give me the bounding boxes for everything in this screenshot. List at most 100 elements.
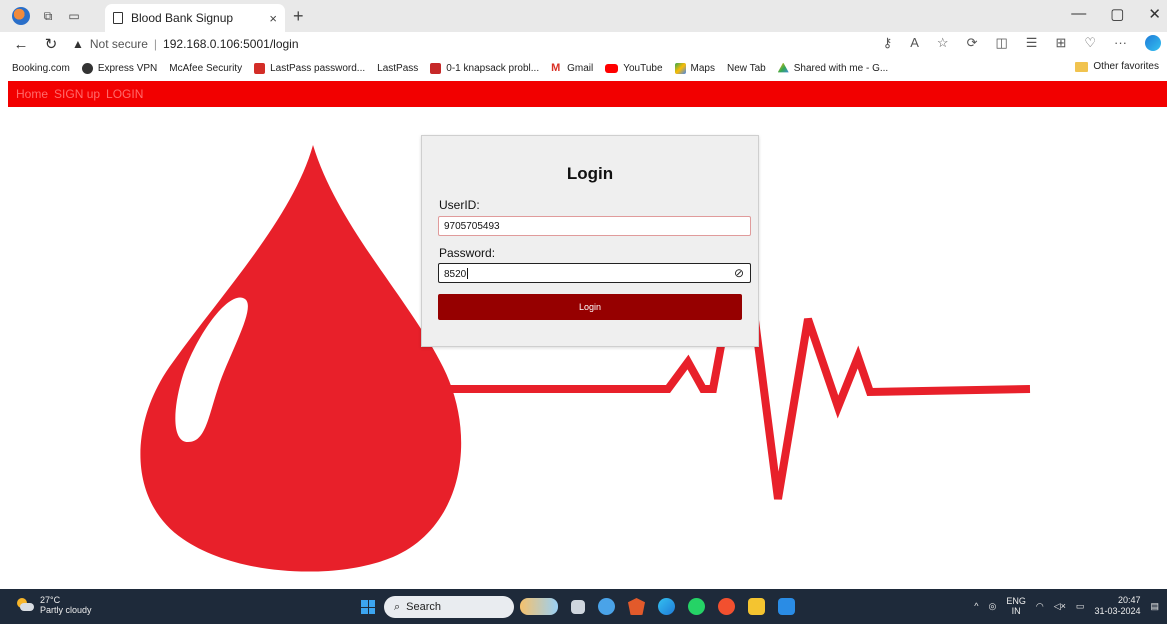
bookmark-item[interactable]: Express VPN [81, 62, 158, 74]
bookmark-label: YouTube [623, 62, 663, 74]
more-menu-icon[interactable]: ··· [1114, 35, 1127, 51]
browser-tab[interactable]: Blood Bank Signup × [105, 4, 285, 32]
security-status[interactable]: Not secure [90, 37, 148, 51]
bookmark-item[interactable]: M Gmail [551, 61, 594, 74]
password-value: 8520 [444, 269, 467, 280]
teams-icon[interactable] [598, 598, 615, 615]
weather-widget[interactable]: 27°C Partly cloudy [14, 595, 92, 615]
bookmark-label: LastPass [377, 62, 419, 74]
maps-icon [674, 62, 686, 74]
performance-icon[interactable]: ♡ [1084, 35, 1096, 51]
hide-password-icon[interactable]: ⊘ [734, 266, 744, 280]
bookmark-item[interactable]: LastPass [8, 62, 419, 174]
windows-taskbar: 27°C Partly cloudy ⌕ Search ^ ◎ ENG IN ◠… [0, 589, 1167, 624]
login-title: Login [566, 164, 614, 183]
login-button[interactable]: Login [438, 294, 742, 320]
bookmark-item[interactable]: McAfee Security [8, 63, 242, 174]
youtube-icon [605, 63, 619, 73]
address-bar[interactable]: ▲ Not secure | 192.168.0.106:5001/login [72, 37, 299, 51]
language-code: ENG [1006, 596, 1026, 606]
battery-icon[interactable]: ▭ [1076, 601, 1085, 612]
notifications-icon[interactable]: ▤ [1150, 601, 1159, 612]
bookmark-item[interactable]: Maps [674, 62, 715, 74]
workspaces-icon[interactable]: ⧉ [40, 8, 56, 24]
bookmark-item[interactable]: New Tab [8, 62, 766, 174]
address-separator: | [153, 37, 158, 51]
bookmark-label: Booking.com [12, 62, 70, 74]
chevron-up-icon[interactable]: ^ [974, 601, 978, 611]
volume-icon[interactable]: ◁× [1054, 601, 1066, 612]
widgets-icon[interactable] [520, 598, 558, 615]
search-icon: ⌕ [394, 600, 401, 613]
warning-icon[interactable]: ▲ [72, 37, 84, 51]
bookmark-label: Gmail [567, 62, 594, 74]
back-arrow-icon[interactable]: ← [12, 36, 30, 53]
login-card: Login UserID: 9705705493 Password: 8520 … [421, 135, 759, 347]
search-placeholder: Search [406, 601, 442, 613]
close-window-button[interactable]: ✕ [1148, 5, 1161, 23]
bookmark-label: Shared with me - G... [793, 62, 889, 74]
refresh-icon[interactable]: ↻ [42, 35, 60, 53]
bookmark-label: LastPass password... [270, 62, 366, 74]
other-favorites[interactable]: Other favorites [1075, 61, 1159, 72]
app-icon[interactable] [718, 598, 735, 615]
nav-login-link[interactable]: LOGIN [106, 87, 143, 101]
folder-icon [1075, 61, 1089, 72]
nav-home-link[interactable]: Home [16, 87, 48, 101]
clock[interactable]: 20:47 31-03-2024 [1094, 595, 1140, 617]
partly-cloudy-icon [14, 598, 34, 612]
wifi-icon[interactable]: ◠ [1036, 601, 1044, 612]
bookmark-item[interactable]: Booking.com [8, 62, 70, 174]
url-text[interactable]: 192.168.0.106:5001/login [163, 37, 298, 51]
copilot-tray-icon[interactable]: ◎ [989, 601, 997, 612]
blood-drop-shape [140, 145, 462, 572]
date: 31-03-2024 [1094, 606, 1141, 616]
password-input[interactable]: 8520 ⊘ [438, 263, 751, 283]
bookmark-label: New Tab [726, 62, 766, 74]
bookmark-item[interactable]: LastPass password... [254, 62, 366, 74]
collections-icon[interactable]: ⊞ [1055, 35, 1066, 51]
file-explorer-icon[interactable] [748, 598, 765, 615]
maximize-button[interactable]: ▢ [1110, 5, 1124, 23]
task-view-icon[interactable] [571, 600, 585, 614]
userid-value: 9705705493 [444, 221, 500, 232]
bookmark-item[interactable]: 0-1 knapsack probl... [430, 62, 540, 74]
read-aloud-icon[interactable]: A [910, 35, 919, 51]
text-cursor [467, 268, 469, 279]
password-label: Password: [439, 246, 496, 260]
brave-icon[interactable] [628, 598, 645, 615]
userid-input[interactable]: 9705705493 [438, 216, 751, 236]
page-icon [113, 12, 123, 24]
vscode-icon[interactable] [778, 598, 795, 615]
tab-actions-icon[interactable]: ▭ [66, 8, 82, 24]
copilot-icon[interactable] [1145, 35, 1161, 51]
userid-label: UserID: [439, 198, 480, 212]
extensions-icon[interactable]: ⟳ [967, 35, 978, 51]
language-indicator[interactable]: ENG IN [1006, 596, 1026, 616]
profile-avatar-icon[interactable] [12, 7, 30, 25]
bookmark-item[interactable]: YouTube [605, 62, 663, 74]
key-icon[interactable]: ⚷ [883, 35, 893, 51]
expressvpn-icon [81, 62, 93, 74]
bookmark-item[interactable]: Shared with me - G... [777, 62, 889, 74]
browser-title-bar: ⧉ ▭ Blood Bank Signup × + — ▢ ✕ [0, 0, 1167, 32]
favorite-star-icon[interactable]: ☆ [937, 35, 949, 51]
nav-signup-link[interactable]: SIGN up [54, 87, 100, 101]
site-navbar: Home SIGN up LOGIN [8, 81, 1167, 107]
minimize-button[interactable]: — [1071, 5, 1086, 23]
google-drive-icon [777, 62, 789, 73]
taskbar-search[interactable]: ⌕ Search [384, 596, 514, 618]
favorites-icon[interactable]: ☰ [1026, 35, 1038, 51]
bookmark-label: Maps [690, 62, 715, 74]
other-favorites-label: Other favorites [1093, 61, 1159, 72]
close-tab-icon[interactable]: × [269, 11, 277, 26]
whatsapp-icon[interactable] [688, 598, 705, 615]
start-button[interactable] [361, 600, 375, 614]
edge-icon[interactable] [658, 598, 675, 615]
new-tab-button[interactable]: + [293, 6, 304, 27]
bookmark-label: 0-1 knapsack probl... [446, 62, 540, 74]
gmail-icon: M [551, 61, 561, 74]
time: 20:47 [1117, 595, 1141, 605]
bookmark-label: Express VPN [97, 62, 158, 74]
split-screen-icon[interactable]: ◫ [995, 35, 1007, 51]
